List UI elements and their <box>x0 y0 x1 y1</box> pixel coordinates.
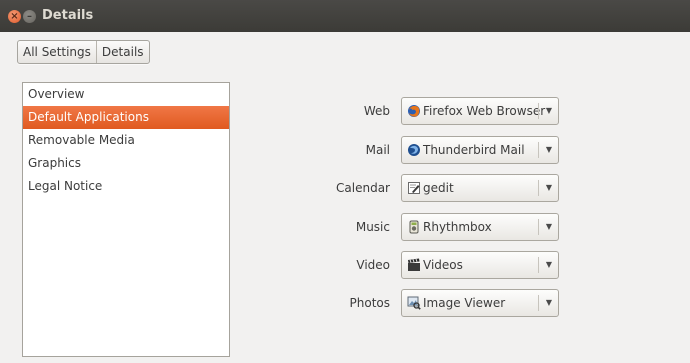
video-label: Video <box>356 258 390 272</box>
details-window: × – Details All Settings Details Overvie… <box>0 0 690 363</box>
combo-separator <box>538 142 539 158</box>
web-row: Web Firefox Web Browser ▼ <box>300 97 560 125</box>
video-app-dropdown[interactable]: Videos ▼ <box>401 251 559 279</box>
videos-icon <box>407 258 421 272</box>
photos-row: Photos Image Viewer ▼ <box>300 289 560 317</box>
web-app-value: Firefox Web Browser <box>423 104 546 118</box>
close-icon[interactable]: × <box>8 10 21 23</box>
sidebar-item-legal-notice[interactable]: Legal Notice <box>23 175 229 198</box>
chevron-down-icon: ▼ <box>545 222 553 231</box>
photos-label: Photos <box>349 296 390 310</box>
web-app-dropdown[interactable]: Firefox Web Browser ▼ <box>401 97 559 125</box>
sidebar-list: Overview Default Applications Removable … <box>22 82 230 357</box>
combo-separator <box>538 219 539 235</box>
mail-app-value: Thunderbird Mail <box>423 143 525 157</box>
calendar-app-dropdown[interactable]: gedit ▼ <box>401 174 559 202</box>
window-title: Details <box>42 8 94 23</box>
firefox-icon <box>407 104 421 118</box>
chevron-down-icon: ▼ <box>545 106 553 115</box>
thunderbird-icon <box>407 143 421 157</box>
sidebar-item-default-applications[interactable]: Default Applications <box>23 106 229 129</box>
music-label: Music <box>355 220 390 234</box>
sidebar-item-overview[interactable]: Overview <box>23 83 229 106</box>
combo-separator <box>538 295 539 311</box>
chevron-down-icon: ▼ <box>545 298 553 307</box>
combo-separator <box>538 257 539 273</box>
minimize-icon[interactable]: – <box>23 10 36 23</box>
breadcrumb: All Settings Details <box>17 40 150 64</box>
mail-row: Mail Thunderbird Mail ▼ <box>300 136 560 164</box>
gedit-icon <box>407 181 421 195</box>
music-app-dropdown[interactable]: Rhythmbox ▼ <box>401 213 559 241</box>
calendar-row: Calendar gedit ▼ <box>300 174 560 202</box>
chevron-down-icon: ▼ <box>545 145 553 154</box>
chevron-down-icon: ▼ <box>545 260 553 269</box>
combo-separator <box>538 180 539 196</box>
mail-app-dropdown[interactable]: Thunderbird Mail ▼ <box>401 136 559 164</box>
breadcrumb-details[interactable]: Details <box>95 41 149 63</box>
rhythmbox-icon <box>407 220 421 234</box>
breadcrumb-all-settings[interactable]: All Settings <box>18 41 96 63</box>
chevron-down-icon: ▼ <box>545 183 553 192</box>
title-bar: × – Details <box>0 0 690 32</box>
video-app-value: Videos <box>423 258 463 272</box>
music-app-value: Rhythmbox <box>423 220 492 234</box>
photos-app-value: Image Viewer <box>423 296 506 310</box>
combo-separator <box>538 103 539 119</box>
sidebar-item-removable-media[interactable]: Removable Media <box>23 129 229 152</box>
photos-app-dropdown[interactable]: Image Viewer ▼ <box>401 289 559 317</box>
video-row: Video Videos ▼ <box>300 251 560 279</box>
sidebar-item-graphics[interactable]: Graphics <box>23 152 229 175</box>
image-viewer-icon <box>407 296 421 310</box>
calendar-label: Calendar <box>336 181 390 195</box>
music-row: Music Rhythmbox ▼ <box>300 213 560 241</box>
calendar-app-value: gedit <box>423 181 454 195</box>
mail-label: Mail <box>365 143 390 157</box>
web-label: Web <box>363 104 390 118</box>
